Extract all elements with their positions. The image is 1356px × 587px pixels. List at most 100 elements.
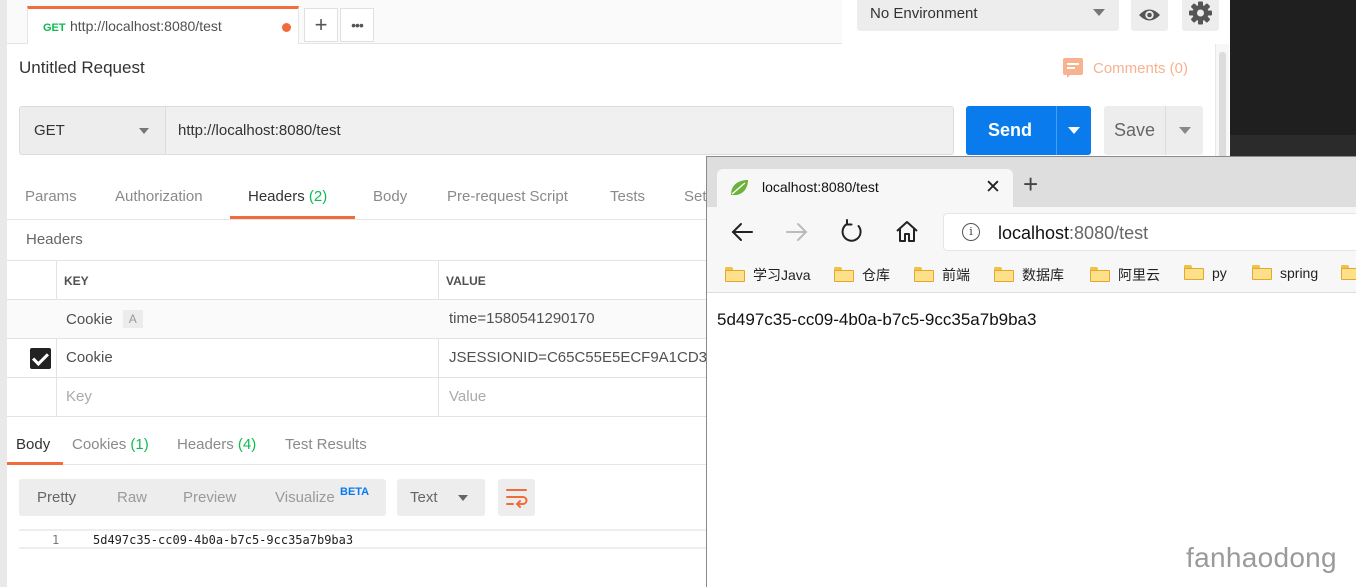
tab-tests[interactable]: Tests (610, 188, 645, 205)
table-row[interactable]: Cookie A time=1580541290170 (7, 300, 707, 339)
forward-arrow-icon[interactable] (784, 219, 810, 245)
response-tab-cookies[interactable]: Cookies (1) (72, 436, 149, 453)
chevron-down-icon (1093, 9, 1105, 16)
response-body-text[interactable]: 5d497c35-cc09-4b0a-b7c5-9cc35a7b9ba3 (93, 533, 353, 547)
bookmark-folder[interactable]: spring (1252, 265, 1318, 281)
table-row[interactable]: Cookie JSESSIONID=C65C55E5ECF9A1CD3BA (7, 339, 727, 378)
chevron-down-icon (458, 495, 468, 501)
folder-icon (914, 267, 934, 282)
headers-count: (2) (308, 188, 328, 205)
home-icon[interactable] (894, 219, 920, 245)
http-method-value: GET (34, 122, 65, 139)
close-tab-icon[interactable]: ✕ (985, 176, 1001, 199)
view-preview-button[interactable]: Preview (183, 489, 236, 506)
send-options-button[interactable] (1056, 106, 1091, 155)
http-method-select[interactable]: GET (19, 106, 165, 155)
response-format-select[interactable]: Text (397, 479, 485, 516)
tab-url-label: http://localhost:8080/test (70, 18, 222, 34)
browser-tab-title: localhost:8080/test (762, 179, 879, 195)
header-enabled-checkbox[interactable] (30, 348, 51, 369)
active-tab-indicator (230, 216, 355, 219)
bookmark-folder[interactable]: py (1184, 265, 1227, 281)
request-url-value: http://localhost:8080/test (178, 122, 341, 139)
folder-icon (834, 267, 854, 282)
folder-icon (1090, 267, 1110, 282)
request-url-input[interactable]: http://localhost:8080/test (165, 106, 954, 155)
info-icon[interactable]: i (962, 223, 980, 241)
chevron-down-icon (139, 128, 149, 134)
save-options-button[interactable] (1165, 106, 1203, 155)
address-bar[interactable]: i localhost:8080/test (943, 213, 1356, 251)
bookmark-folder[interactable] (1341, 265, 1356, 281)
folder-icon (1252, 265, 1272, 280)
address-bar-url: localhost:8080/test (998, 223, 1149, 243)
header-key-cell[interactable]: Cookie A (66, 310, 143, 328)
view-pretty-button[interactable]: Pretty (37, 489, 76, 506)
response-view-mode-group: Pretty Raw Preview Visualize BETA (19, 479, 386, 516)
response-body-line: 1 5d497c35-cc09-4b0a-b7c5-9cc35a7b9ba3 (19, 529, 707, 549)
folder-icon (1184, 265, 1204, 280)
folder-icon (1341, 265, 1356, 280)
environment-select-value: No Environment (870, 5, 978, 22)
view-visualize-button[interactable]: Visualize (275, 489, 335, 506)
refresh-icon[interactable] (839, 219, 865, 245)
chevron-down-icon (1179, 127, 1191, 134)
response-headers-count: (4) (237, 436, 257, 453)
active-response-tab-indicator (7, 462, 63, 465)
wrap-lines-icon (506, 489, 528, 508)
scrollbar-thumb[interactable] (1219, 52, 1226, 172)
left-edge (0, 0, 7, 587)
gear-icon (1189, 1, 1212, 25)
tab-headers[interactable]: Headers (2) (248, 188, 327, 205)
response-tab-body[interactable]: Body (16, 436, 50, 453)
environment-select[interactable]: No Environment (857, 0, 1119, 31)
new-header-value-input[interactable]: Value (449, 388, 486, 405)
watermark: fanhaodong (1186, 542, 1337, 573)
folder-icon (725, 267, 745, 282)
response-format-value: Text (410, 489, 438, 506)
unsaved-dot-icon (282, 23, 291, 32)
tab-body[interactable]: Body (373, 188, 407, 205)
header-value-cell[interactable]: JSESSIONID=C65C55E5ECF9A1CD3BA (449, 349, 727, 366)
bookmark-folder[interactable]: 学习Java (725, 265, 811, 285)
send-button[interactable]: Send (966, 106, 1056, 155)
browser-tab[interactable]: localhost:8080/test ✕ (717, 169, 1013, 207)
eye-icon (1139, 9, 1160, 21)
comments-label: Comments (0) (1093, 60, 1189, 77)
spring-leaf-icon (731, 180, 748, 196)
bookmark-folder[interactable]: 数据库 (994, 265, 1064, 285)
bookmark-folder[interactable]: 前端 (914, 265, 970, 285)
new-header-key-input[interactable]: Key (66, 388, 92, 405)
key-column-header: KEY (64, 274, 89, 288)
header-key-cell[interactable]: Cookie (66, 349, 113, 366)
new-tab-icon[interactable]: + (1023, 171, 1038, 197)
tab-pre-request-script[interactable]: Pre-request Script (447, 188, 568, 205)
response-tab-test-results[interactable]: Test Results (285, 436, 367, 453)
request-title[interactable]: Untitled Request (19, 58, 145, 78)
manage-environments-button[interactable] (1182, 0, 1219, 31)
browser-tab-bar: localhost:8080/test ✕ + (707, 157, 1356, 207)
table-row-new[interactable]: Key Value (7, 378, 707, 417)
table-header-row: KEY VALUE (7, 261, 707, 300)
response-tab-headers[interactable]: Headers (4) (177, 436, 256, 453)
environment-quick-look-button[interactable] (1131, 0, 1168, 31)
bookmarks-bar: 学习Java 仓库 前端 数据库 阿里云 py spring (707, 257, 1356, 293)
new-tab-button[interactable]: + (304, 8, 338, 42)
tab-authorization[interactable]: Authorization (115, 188, 203, 205)
bookmark-folder[interactable]: 阿里云 (1090, 265, 1160, 285)
request-tab[interactable]: GET http://localhost:8080/test (27, 6, 299, 44)
save-button-label: Save (1114, 120, 1156, 140)
tab-settings[interactable]: Set (684, 188, 707, 205)
beta-badge: BETA (340, 486, 370, 498)
wrap-lines-button[interactable] (498, 479, 535, 516)
tab-params[interactable]: Params (25, 188, 77, 205)
chevron-down-icon (1068, 127, 1080, 134)
tab-more-button[interactable]: ••• (340, 8, 374, 42)
cookies-count: (1) (130, 436, 149, 453)
tab-method-label: GET (43, 22, 66, 34)
view-raw-button[interactable]: Raw (117, 489, 147, 506)
bookmark-folder[interactable]: 仓库 (834, 265, 890, 285)
back-arrow-icon[interactable] (729, 219, 755, 245)
save-button[interactable]: Save (1104, 106, 1165, 155)
header-value-cell[interactable]: time=1580541290170 (449, 310, 595, 327)
